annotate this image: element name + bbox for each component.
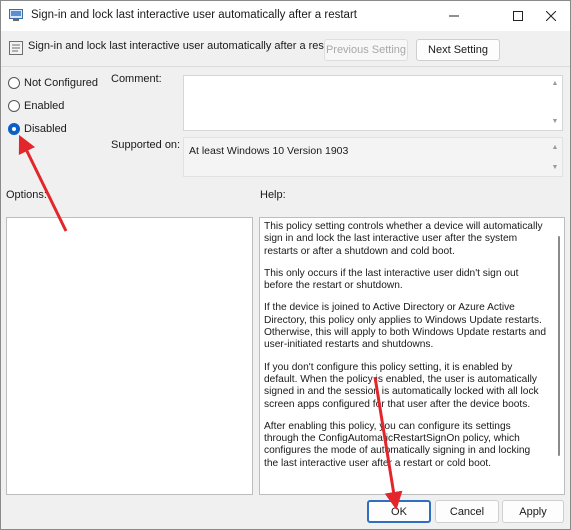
header-divider [1, 66, 570, 67]
policy-setting-icon [9, 41, 23, 55]
radio-circle-not-configured[interactable] [8, 77, 20, 89]
close-button[interactable] [532, 1, 570, 31]
comment-scroll-up-icon[interactable]: ▲ [551, 80, 559, 88]
ok-button[interactable]: OK [367, 500, 431, 523]
maximize-icon [513, 11, 523, 21]
policy-dialog-window: Sign-in and lock last interactive user a… [0, 0, 571, 530]
supported-on-value: At least Windows 10 Version 1903 [189, 145, 349, 157]
comment-scroll-down-icon[interactable]: ▼ [551, 118, 559, 126]
supported-on-field: At least Windows 10 Version 1903 ▲ ▼ [183, 137, 563, 177]
previous-setting-button[interactable]: Previous Setting [324, 39, 408, 61]
apply-button[interactable]: Apply [502, 500, 564, 523]
radio-circle-disabled[interactable] [8, 123, 20, 135]
help-panel[interactable]: This policy setting controls whether a d… [259, 217, 565, 495]
radio-enabled[interactable]: Enabled [8, 100, 64, 112]
help-scrollbar[interactable] [558, 236, 560, 456]
title-bar[interactable]: Sign-in and lock last interactive user a… [1, 1, 570, 31]
minimize-icon [449, 15, 459, 17]
comment-textarea[interactable]: ▲ ▼ [183, 75, 563, 131]
supported-on-label: Supported on: [111, 139, 181, 151]
minimize-button[interactable] [431, 1, 477, 31]
close-icon [546, 11, 556, 21]
options-panel [6, 217, 253, 495]
cancel-button[interactable]: Cancel [435, 500, 499, 523]
options-label: Options: [6, 189, 47, 201]
window-title: Sign-in and lock last interactive user a… [31, 9, 357, 21]
supported-scroll-down-icon[interactable]: ▼ [551, 164, 559, 172]
radio-circle-enabled[interactable] [8, 100, 20, 112]
help-paragraph: After enabling this policy, you can conf… [264, 420, 531, 469]
radio-label-disabled: Disabled [24, 123, 67, 135]
policy-title: Sign-in and lock last interactive user a… [28, 40, 340, 52]
radio-label-enabled: Enabled [24, 100, 65, 112]
group-policy-icon [9, 9, 23, 21]
help-paragraph: If the device is joined to Active Direct… [264, 302, 546, 351]
radio-not-configured[interactable]: Not Configured [8, 77, 98, 89]
supported-scroll-up-icon[interactable]: ▲ [551, 144, 559, 152]
help-paragraph: This only occurs if the last interactive… [264, 267, 519, 292]
help-label: Help: [260, 189, 286, 201]
next-setting-button[interactable]: Next Setting [416, 39, 500, 61]
help-paragraph: This policy setting controls whether a d… [264, 221, 543, 257]
radio-disabled[interactable]: Disabled [8, 123, 67, 135]
help-text: This policy setting controls whether a d… [264, 221, 546, 480]
help-paragraph: If you don't configure this policy setti… [264, 361, 539, 410]
comment-label: Comment: [111, 73, 162, 85]
radio-label-not-configured: Not Configured [24, 77, 98, 89]
